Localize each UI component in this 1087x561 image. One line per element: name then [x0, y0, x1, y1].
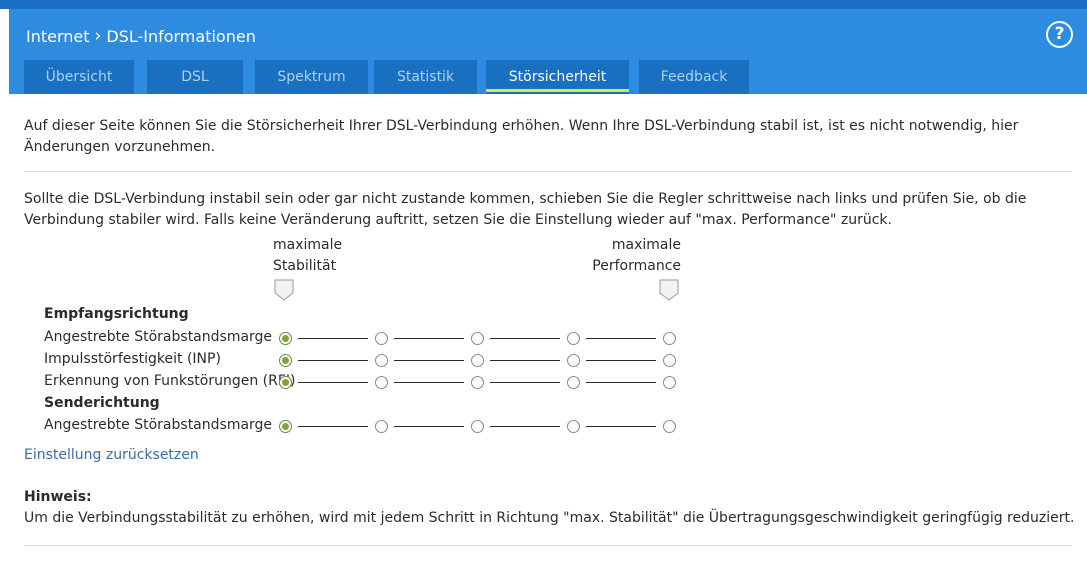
hint-text: Um die Verbindungsstabilität zu erhöhen,… — [24, 510, 1075, 526]
intro-text: Auf dieser Seite können Sie die Störsich… — [24, 118, 1019, 155]
tab-dsl[interactable]: DSL — [147, 60, 243, 94]
chevron-right-icon: › — [94, 26, 102, 46]
help-icon[interactable]: ? — [1046, 21, 1073, 48]
radio-step-2[interactable] — [375, 376, 388, 389]
divider — [24, 171, 1072, 172]
radio-step-1[interactable] — [279, 332, 292, 345]
performance-marker-icon — [659, 279, 679, 301]
radio-step-3[interactable] — [471, 420, 484, 433]
radio-step-1[interactable] — [279, 354, 292, 367]
slider-track — [394, 360, 464, 361]
radio-step-5[interactable] — [663, 354, 676, 367]
tab-statistik[interactable]: Statistik — [374, 60, 477, 94]
radio-step-5[interactable] — [663, 332, 676, 345]
send-direction-title: Senderichtung — [44, 395, 160, 411]
slider-track — [394, 426, 464, 427]
scale-right-label-line1: maximale — [611, 237, 681, 253]
radio-step-4[interactable] — [567, 420, 580, 433]
slider-track — [298, 426, 368, 427]
radio-step-2[interactable] — [375, 332, 388, 345]
radio-step-4[interactable] — [567, 332, 580, 345]
radio-step-4[interactable] — [567, 376, 580, 389]
radio-step-3[interactable] — [471, 354, 484, 367]
breadcrumb-item-internet[interactable]: Internet — [26, 27, 90, 46]
radio-step-1[interactable] — [279, 420, 292, 433]
main-content: Auf dieser Seite können Sie die Störsich… — [9, 94, 1087, 561]
slider-track — [298, 338, 368, 339]
slider-track — [298, 360, 368, 361]
radio-step-4[interactable] — [567, 354, 580, 367]
radio-step-2[interactable] — [375, 420, 388, 433]
slider-track — [490, 382, 560, 383]
slider-track — [394, 382, 464, 383]
receive-direction-title: Empfangsrichtung — [44, 306, 189, 322]
bottom-divider — [24, 545, 1072, 546]
radio-step-3[interactable] — [471, 376, 484, 389]
scale-right-label: maximale Performance — [589, 235, 681, 277]
radio-step-2[interactable] — [375, 354, 388, 367]
row-label-rx-snr: Angestrebte Störabstandsmarge — [44, 329, 273, 345]
scale-right-label-line2: Performance — [592, 258, 681, 274]
radio-step-5[interactable] — [663, 376, 676, 389]
row-label-rx-inp: Impulsstörfestigkeit (INP) — [44, 351, 221, 367]
scale-left-label: maximale Stabilität — [273, 235, 342, 277]
slider-track — [586, 338, 656, 339]
slider-track — [586, 426, 656, 427]
hint-title: Hinweis: — [24, 489, 92, 505]
reset-settings-link[interactable]: Einstellung zurücksetzen — [24, 447, 199, 463]
tab-feedback[interactable]: Feedback — [639, 60, 749, 94]
page-header: Internet › DSL-Informationen ? Übersicht… — [9, 9, 1087, 94]
slider-track — [394, 338, 464, 339]
slider-track — [586, 382, 656, 383]
radio-step-1[interactable] — [279, 376, 292, 389]
slider-track — [490, 426, 560, 427]
slider-track — [298, 382, 368, 383]
row-label-rx-rfi: Erkennung von Funkstörungen (RFI) — [44, 373, 296, 389]
tab-spektrum[interactable]: Spektrum — [255, 60, 368, 94]
radio-step-5[interactable] — [663, 420, 676, 433]
breadcrumb: Internet › DSL-Informationen — [26, 26, 256, 46]
top-strip — [0, 0, 1087, 9]
stability-marker-icon — [274, 279, 294, 301]
instructions-text: Sollte die DSL-Verbindung instabil sein … — [24, 191, 1027, 228]
tab-uebersicht[interactable]: Übersicht — [24, 60, 134, 94]
slider-track — [490, 338, 560, 339]
radio-step-3[interactable] — [471, 332, 484, 345]
breadcrumb-item-dsl-informationen: DSL-Informationen — [106, 26, 256, 46]
slider-track — [586, 360, 656, 361]
slider-track — [490, 360, 560, 361]
tab-stoersicherheit[interactable]: Störsicherheit — [486, 60, 629, 94]
scale-left-label-line2: Stabilität — [273, 258, 337, 274]
row-label-tx-snr: Angestrebte Störabstandsmarge — [44, 417, 273, 433]
scale-left-label-line1: maximale — [273, 237, 343, 253]
